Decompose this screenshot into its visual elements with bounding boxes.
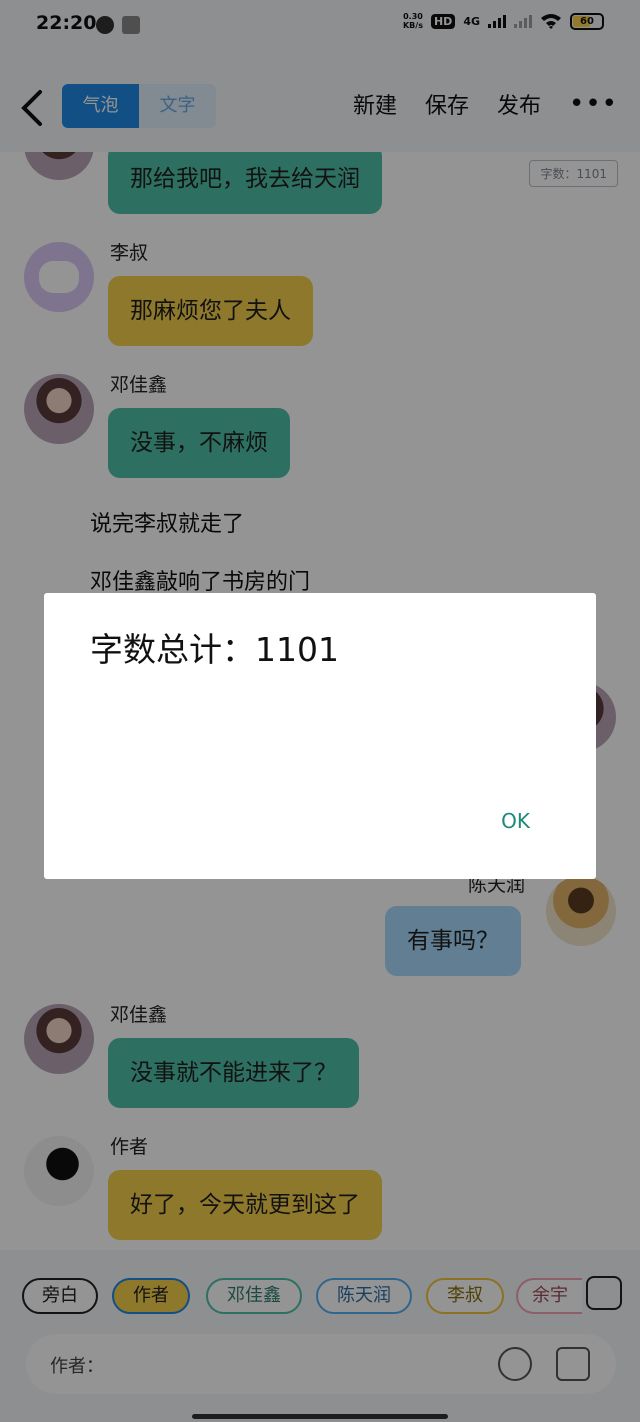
ok-button[interactable]: OK xyxy=(501,809,530,833)
word-count-dialog: 字数总计：1101 OK xyxy=(44,593,596,879)
dialog-title: 字数总计：1101 xyxy=(90,630,339,669)
